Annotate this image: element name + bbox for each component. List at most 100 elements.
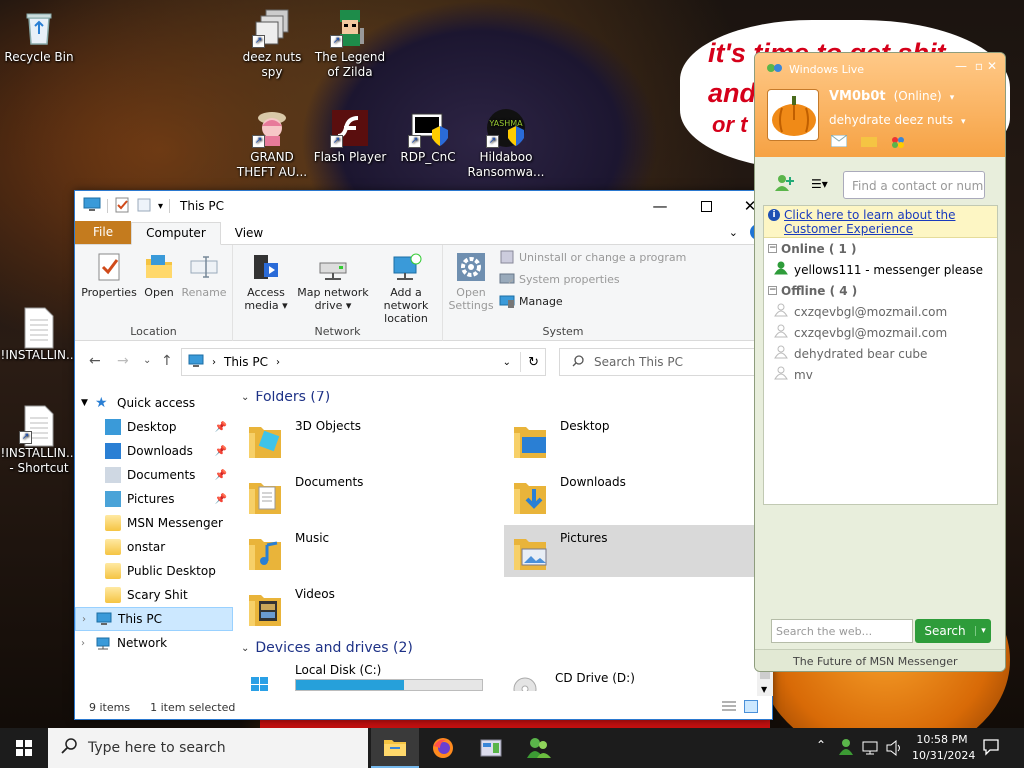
up-arrow-icon[interactable]: ↑: [161, 353, 173, 369]
nav-this-pc[interactable]: › This PC: [75, 607, 233, 631]
customer-experience-link[interactable]: Click here to learn about the Customer E…: [784, 208, 993, 236]
expand-ribbon-icon[interactable]: ⌄: [729, 226, 738, 239]
rename-button[interactable]: Rename: [179, 251, 229, 299]
refresh-icon[interactable]: ↻: [528, 355, 539, 370]
nav-network[interactable]: › Network: [75, 631, 233, 655]
find-contact-input[interactable]: Find a contact or number: [843, 171, 985, 199]
online-group-header[interactable]: − Online ( 1 ): [764, 238, 997, 259]
avatar[interactable]: [767, 89, 819, 141]
folder-tile[interactable]: Videos: [239, 581, 489, 633]
manage-button[interactable]: Manage: [499, 293, 563, 309]
open-button[interactable]: Open: [141, 251, 177, 299]
explorer-titlebar[interactable]: ▾ This PC — ✕: [75, 191, 772, 221]
messenger-footer[interactable]: The Future of MSN Messenger: [755, 649, 1005, 671]
taskbar-messenger[interactable]: [515, 728, 563, 768]
tab-view[interactable]: View: [221, 223, 277, 244]
folder-tile[interactable]: Pictures: [504, 525, 754, 577]
system-properties-button[interactable]: System properties: [499, 271, 620, 287]
details-view-icon[interactable]: [722, 701, 736, 716]
nav-item[interactable]: Desktop 📌: [75, 415, 233, 439]
add-network-location-button[interactable]: Add a network location: [371, 251, 441, 325]
nav-quick-access[interactable]: ▼ ★ Quick access: [75, 391, 233, 415]
recent-locations-chevron-icon[interactable]: ⌄: [143, 355, 151, 366]
properties-quick-icon[interactable]: [114, 197, 130, 216]
network-status-icon[interactable]: [862, 740, 880, 759]
nav-item[interactable]: Documents 📌: [75, 463, 233, 487]
taskbar-file-explorer[interactable]: [371, 728, 419, 768]
forward-arrow-icon[interactable]: →: [117, 353, 129, 369]
folder-tile[interactable]: Downloads: [504, 469, 754, 521]
contact-item[interactable]: mv: [764, 364, 997, 385]
tab-file[interactable]: File: [75, 221, 132, 244]
folder-tile[interactable]: 3D Objects: [239, 413, 489, 465]
contact-item[interactable]: cxzqevbgl@mozmail.com: [764, 301, 997, 322]
desktop-icon-legend-of-zilda[interactable]: ↗ The Legend of Zilda: [311, 8, 389, 80]
customize-quick-access-icon[interactable]: ▾: [158, 201, 163, 212]
uninstall-program-button[interactable]: Uninstall or change a program: [499, 249, 686, 265]
start-button[interactable]: [0, 728, 48, 768]
new-folder-quick-icon[interactable]: [136, 197, 152, 216]
folder-tile[interactable]: Documents: [239, 469, 489, 521]
contact-list-options-icon[interactable]: ☰▾: [811, 177, 828, 191]
properties-button[interactable]: Properties: [79, 251, 139, 299]
messenger-minimize-icon[interactable]: —: [955, 59, 967, 73]
folders-group-header[interactable]: ⌄ Folders (7): [241, 391, 330, 405]
nav-item[interactable]: Scary Shit: [75, 583, 233, 607]
large-icons-view-icon[interactable]: [744, 700, 758, 713]
desktop-icon-recycle-bin[interactable]: Recycle Bin: [0, 8, 78, 65]
scroll-down-icon[interactable]: ▼: [761, 685, 767, 694]
folder-tile[interactable]: Desktop: [504, 413, 754, 465]
desktop-icon-installing[interactable]: !INSTALLIN...: [0, 306, 78, 363]
minimize-icon: —: [652, 197, 668, 215]
mail-icon[interactable]: [830, 134, 848, 152]
messenger-titlebar[interactable]: Windows Live: [765, 61, 864, 78]
msn-butterfly-icon[interactable]: [891, 135, 905, 152]
tray-messenger-icon[interactable]: [838, 738, 854, 759]
desktop-icon-deez-nuts-spy[interactable]: ↗ deez nuts spy: [233, 8, 311, 80]
search-dropdown-icon[interactable]: ▾: [975, 626, 991, 636]
desktop-icon-hildaboo-ransomware[interactable]: YASHMA ↗ Hildaboo Ransomwa...: [467, 108, 545, 180]
drive-local-disk-c[interactable]: Local Disk (C:): [239, 661, 489, 691]
volume-icon[interactable]: [886, 739, 904, 759]
access-media-button[interactable]: Access media ▾: [235, 251, 297, 312]
tab-computer[interactable]: Computer: [131, 222, 221, 245]
minimize-button[interactable]: —: [637, 191, 683, 221]
desktop-icon-flash-player[interactable]: ↗ Flash Player: [311, 108, 389, 165]
show-hidden-icons-chevron-icon[interactable]: ⌃: [816, 738, 826, 752]
address-bar[interactable]: › This PC › ⌄ ↻: [181, 348, 546, 376]
back-arrow-icon[interactable]: ←: [89, 353, 101, 369]
open-settings-button[interactable]: Open Settings: [447, 251, 495, 312]
maximize-button[interactable]: [683, 191, 729, 221]
desktop-icon-installing-shortcut[interactable]: ↗ !INSTALLIN... - Shortcut: [0, 404, 78, 476]
folder-tile[interactable]: Music: [239, 525, 489, 577]
drive-cd-d[interactable]: CD Drive (D:): [499, 661, 749, 691]
search-input[interactable]: Search This PC: [559, 348, 761, 376]
taskbar-firefox[interactable]: [419, 728, 467, 768]
drives-group-header[interactable]: ⌄ Devices and drives (2): [241, 640, 413, 656]
desktop-icon-grand-theft-auto[interactable]: ↗ GRAND THEFT AU...: [233, 108, 311, 180]
web-search-input[interactable]: Search the web...: [771, 619, 913, 643]
desktop-icon-rdp-cnc[interactable]: ↗ RDP_CnC: [389, 108, 467, 165]
taskbar-search-box[interactable]: Type here to search: [48, 728, 368, 768]
personal-message[interactable]: dehydrate deez nuts ▾: [829, 113, 966, 127]
nav-item[interactable]: MSN Messenger: [75, 511, 233, 535]
map-network-drive-button[interactable]: Map network drive ▾: [297, 251, 369, 312]
taskbar-control-panel[interactable]: [467, 728, 515, 768]
nav-item[interactable]: onstar: [75, 535, 233, 559]
nav-item[interactable]: Public Desktop: [75, 559, 233, 583]
nav-item[interactable]: Downloads 📌: [75, 439, 233, 463]
contact-item[interactable]: yellows111 - messenger please: [764, 259, 997, 280]
offline-group-header[interactable]: − Offline ( 4 ): [764, 280, 997, 301]
messenger-maximize-icon[interactable]: ▫: [975, 59, 983, 73]
nav-item[interactable]: Pictures 📌: [75, 487, 233, 511]
taskbar-clock[interactable]: 10:58 PM 10/31/2024: [912, 732, 975, 764]
messenger-close-icon[interactable]: ✕: [987, 59, 997, 73]
contact-item[interactable]: cxzqevbgl@mozmail.com: [764, 322, 997, 343]
notifications-icon[interactable]: [982, 738, 1000, 759]
folder-icon[interactable]: [861, 135, 877, 152]
address-dropdown-icon[interactable]: ⌄: [503, 357, 511, 368]
web-search-button[interactable]: Search ▾: [915, 619, 991, 643]
contact-item[interactable]: dehydrated bear cube: [764, 343, 997, 364]
add-contact-icon[interactable]: [773, 173, 795, 196]
messenger-user-row[interactable]: VM0b0t (Online) ▾: [829, 89, 954, 104]
